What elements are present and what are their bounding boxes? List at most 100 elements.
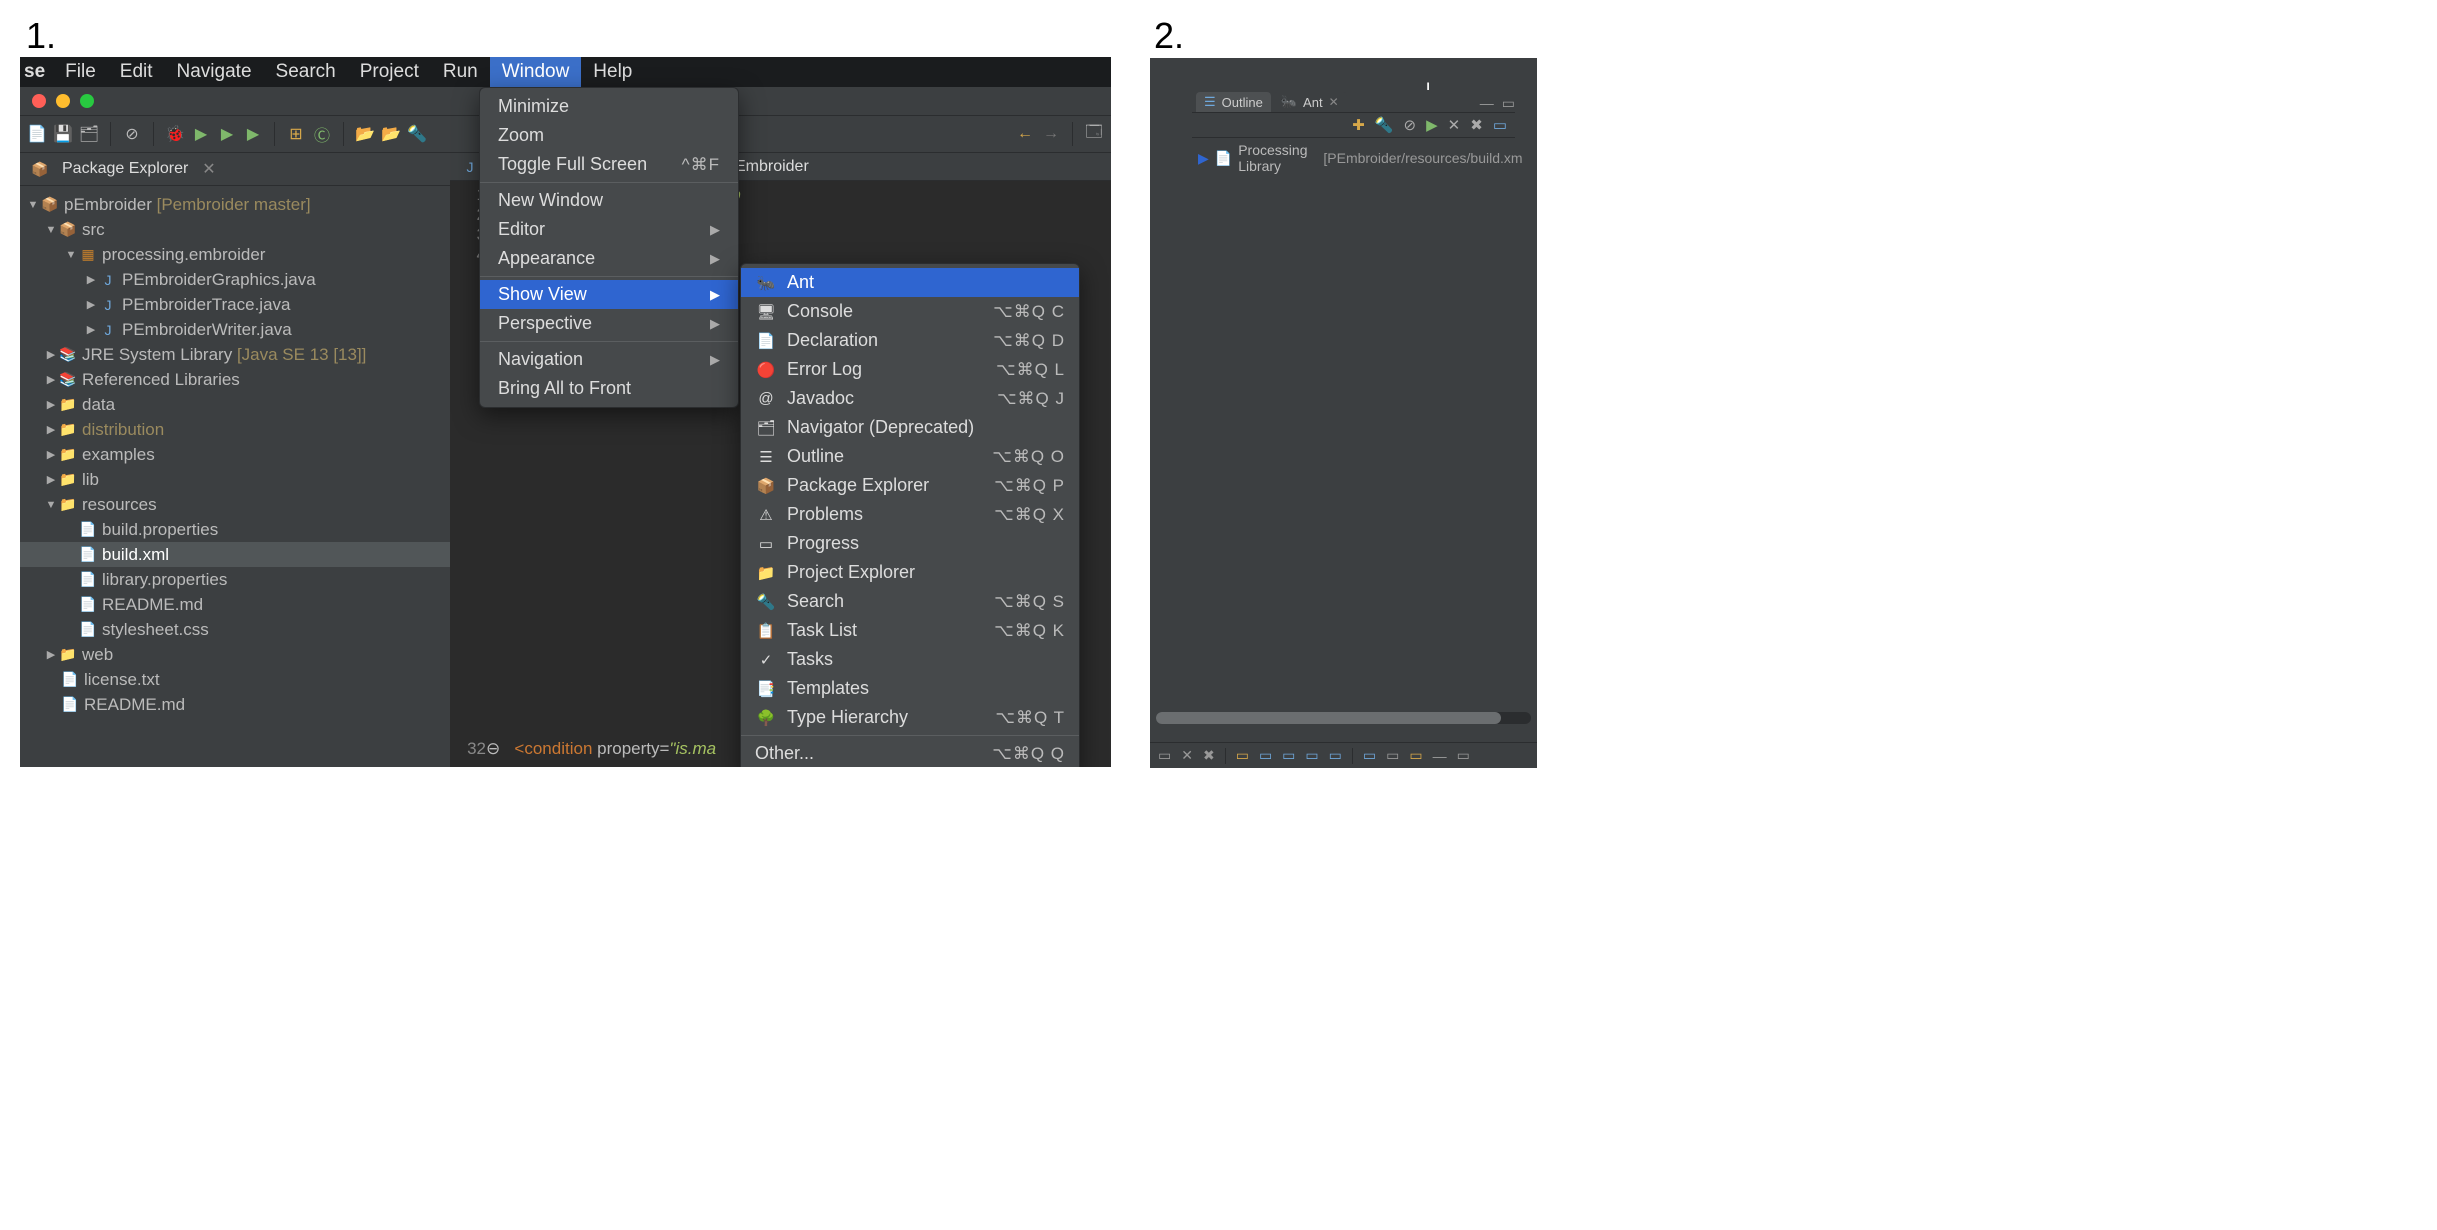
tree-file[interactable]: 📄README.md [20, 592, 450, 617]
open-type-icon[interactable]: 📂 [356, 125, 374, 143]
tree-resources[interactable]: ▼📁resources [20, 492, 450, 517]
properties-icon[interactable]: ▭ [1493, 116, 1507, 134]
new-icon[interactable]: 📄 [28, 125, 46, 143]
search-icon[interactable]: 🔦 [1375, 116, 1394, 134]
menu-item-show-view[interactable]: Show View▶ [480, 280, 738, 309]
coverage-icon[interactable]: ▶ [218, 125, 236, 143]
show-view-item[interactable]: 📋Task List⌥⌘Q K [741, 616, 1079, 645]
ant-build-list[interactable]: ▶ 📄 Processing Library [PEmbroider/resou… [1192, 138, 1515, 178]
show-view-item[interactable]: 🐜Ant [741, 268, 1079, 297]
menu-window[interactable]: Window [490, 57, 582, 87]
tree-file[interactable]: ▶J PEmbroiderGraphics.java [20, 267, 450, 292]
menu-item-new-window[interactable]: New Window [480, 186, 738, 215]
menu-edit[interactable]: Edit [108, 57, 165, 87]
tab-outline[interactable]: ☰ Outline [1196, 92, 1271, 112]
menu-item-bring-front[interactable]: Bring All to Front [480, 374, 738, 403]
menu-item-zoom[interactable]: Zoom [480, 121, 738, 150]
project-tree[interactable]: ▼📦 pEmbroider [Pembroider master] ▼📦 src… [20, 186, 450, 767]
tree-src[interactable]: ▼📦 src [20, 217, 450, 242]
menu-item-appearance[interactable]: Appearance▶ [480, 244, 738, 273]
menu-item-minimize[interactable]: Minimize [480, 92, 738, 121]
tree-file[interactable]: 📄library.properties [20, 567, 450, 592]
tree-reflib[interactable]: ▶📚 Referenced Libraries [20, 367, 450, 392]
zoom-window-icon[interactable] [80, 94, 94, 108]
add-buildfile-icon[interactable]: ✚ [1352, 116, 1365, 134]
ant-build-entry[interactable]: ▶ 📄 Processing Library [PEmbroider/resou… [1198, 142, 1509, 174]
show-view-item[interactable]: 🌳Type Hierarchy⌥⌘Q T [741, 703, 1079, 732]
back-icon[interactable]: ← [1016, 125, 1034, 143]
tree-folder[interactable]: ▶📁lib [20, 467, 450, 492]
minimize-window-icon[interactable] [56, 94, 70, 108]
menu-run[interactable]: Run [431, 57, 490, 87]
tree-folder[interactable]: ▶📁data [20, 392, 450, 417]
tree-file-selected[interactable]: 📄build.xml [20, 542, 450, 567]
run-icon[interactable]: ▶ [192, 125, 210, 143]
status-icon[interactable]: ▭ [1363, 747, 1376, 764]
tree-file[interactable]: ▶J PEmbroiderWriter.java [20, 317, 450, 342]
tab-ant[interactable]: 🐜 Ant ✕ [1273, 92, 1347, 112]
new-class-icon[interactable]: Ⓒ [313, 125, 331, 143]
tree-folder[interactable]: ▶📁web [20, 642, 450, 667]
menu-project[interactable]: Project [348, 57, 431, 87]
minimize-view-icon[interactable]: — [1480, 95, 1494, 112]
menu-item-perspective[interactable]: Perspective▶ [480, 309, 738, 338]
show-view-item[interactable]: 🔴Error Log⌥⌘Q L [741, 355, 1079, 384]
close-icon[interactable]: ✕ [1329, 95, 1339, 109]
tree-root[interactable]: ▼📦 pEmbroider [Pembroider master] [20, 192, 450, 217]
remove-icon[interactable]: ✕ [1448, 116, 1461, 134]
new-package-icon[interactable]: ⊞ [287, 125, 305, 143]
refresh-icon[interactable]: ✖ [1470, 116, 1483, 134]
menu-search[interactable]: Search [264, 57, 348, 87]
show-view-item[interactable]: 🖥Console⌥⌘Q C [741, 297, 1079, 326]
close-window-icon[interactable] [32, 94, 46, 108]
hide-icon[interactable]: ⊘ [1404, 116, 1417, 134]
skip-breakpoints-icon[interactable]: ⊘ [123, 125, 141, 143]
menu-help[interactable]: Help [581, 57, 644, 87]
save-all-icon[interactable]: 🗂 [80, 125, 98, 143]
show-view-item[interactable]: 📑Templates [741, 674, 1079, 703]
show-view-other[interactable]: Other...⌥⌘Q Q [741, 739, 1079, 767]
perspective-icon[interactable]: 🗔 [1085, 125, 1103, 143]
tree-jre[interactable]: ▶📚 JRE System Library [Java SE 13 [13]] [20, 342, 450, 367]
tree-file[interactable]: 📄README.md [20, 692, 450, 717]
menu-file[interactable]: File [53, 57, 108, 87]
open-task-icon[interactable]: 📂 [382, 125, 400, 143]
status-icon[interactable]: ▭ [1457, 747, 1470, 764]
tree-file[interactable]: ▶J PEmbroiderTrace.java [20, 292, 450, 317]
show-view-item[interactable]: 🔦Search⌥⌘Q S [741, 587, 1079, 616]
status-icon[interactable]: ✕ [1181, 747, 1193, 764]
status-icon[interactable]: ▭ [1236, 747, 1249, 764]
close-icon[interactable]: ✕ [202, 159, 215, 179]
show-view-item[interactable]: 🗂Navigator (Deprecated) [741, 413, 1079, 442]
tree-folder[interactable]: ▶📁distribution [20, 417, 450, 442]
status-icon[interactable]: ▭ [1259, 747, 1272, 764]
horizontal-scrollbar[interactable] [1156, 712, 1531, 724]
maximize-view-icon[interactable]: ▭ [1502, 95, 1515, 112]
show-view-item[interactable]: ✓Tasks [741, 645, 1079, 674]
menu-item-fullscreen[interactable]: Toggle Full Screen^⌘F [480, 150, 738, 179]
show-view-item[interactable]: @Javadoc⌥⌘Q J [741, 384, 1079, 413]
menu-item-editor[interactable]: Editor▶ [480, 215, 738, 244]
status-icon[interactable]: ▭ [1329, 747, 1342, 764]
status-icon[interactable]: ▭ [1409, 747, 1422, 764]
menu-navigate[interactable]: Navigate [165, 57, 264, 87]
package-explorer-tab[interactable]: 📦 Package Explorer ✕ [20, 153, 450, 186]
status-icon[interactable]: ▭ [1158, 747, 1171, 764]
debug-icon[interactable]: 🐞 [166, 125, 184, 143]
forward-icon[interactable]: → [1042, 125, 1060, 143]
show-view-item[interactable]: ▭Progress [741, 529, 1079, 558]
status-icon[interactable]: ✖ [1203, 747, 1215, 764]
run-target-icon[interactable]: ▶ [1426, 116, 1438, 134]
menu-item-navigation[interactable]: Navigation▶ [480, 345, 738, 374]
show-view-item[interactable]: 📄Declaration⌥⌘Q D [741, 326, 1079, 355]
tree-file[interactable]: 📄stylesheet.css [20, 617, 450, 642]
tree-file[interactable]: 📄license.txt [20, 667, 450, 692]
show-view-item[interactable]: ⚠Problems⌥⌘Q X [741, 500, 1079, 529]
status-icon[interactable]: ▭ [1386, 747, 1399, 764]
status-icon[interactable]: — [1433, 748, 1447, 764]
status-icon[interactable]: ▭ [1305, 747, 1318, 764]
status-icon[interactable]: ▭ [1282, 747, 1295, 764]
tree-folder[interactable]: ▶📁examples [20, 442, 450, 467]
save-icon[interactable]: 💾 [54, 125, 72, 143]
show-view-item[interactable]: 📦Package Explorer⌥⌘Q P [741, 471, 1079, 500]
